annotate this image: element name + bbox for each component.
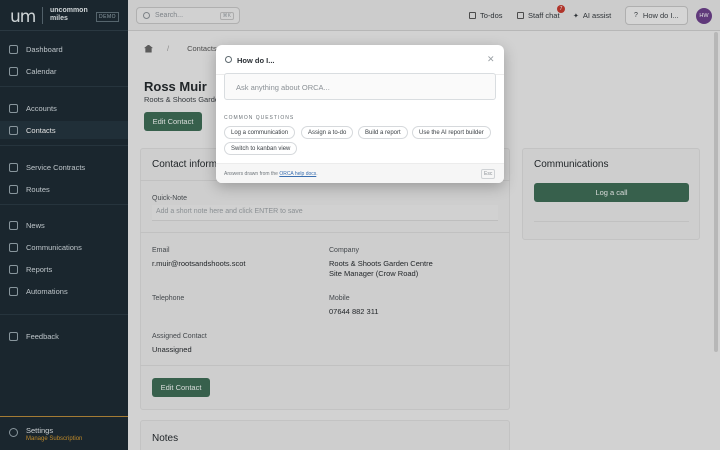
help-icon: [225, 56, 232, 63]
chip-assign-todo[interactable]: Assign a to-do: [301, 126, 354, 139]
chip-log-communication[interactable]: Log a communication: [224, 126, 296, 139]
modal-header: How do I... ✕: [216, 45, 504, 75]
common-questions-label: COMMON QUESTIONS: [224, 115, 295, 121]
footer-prefix: Answers drawn from the: [224, 171, 280, 177]
ask-input[interactable]: Ask anything about ORCA...: [224, 73, 496, 100]
chip-build-report[interactable]: Build a report: [358, 126, 408, 139]
modal-title: How do I...: [237, 56, 275, 65]
footer-suffix: .: [316, 171, 318, 177]
esc-key-hint[interactable]: Esc: [481, 169, 496, 179]
how-do-i-modal: How do I... ✕ Ask anything about ORCA...…: [216, 45, 504, 183]
chip-kanban-view[interactable]: Switch to kanban view: [224, 142, 298, 155]
modal-footer: Answers drawn from the ORCA help docs. E…: [216, 163, 504, 183]
help-docs-link[interactable]: ORCA help docs: [279, 171, 316, 177]
modal-footer-text: Answers drawn from the ORCA help docs.: [224, 171, 318, 177]
close-icon[interactable]: ✕: [487, 54, 495, 65]
chip-ai-report-builder[interactable]: Use the AI report builder: [412, 126, 491, 139]
